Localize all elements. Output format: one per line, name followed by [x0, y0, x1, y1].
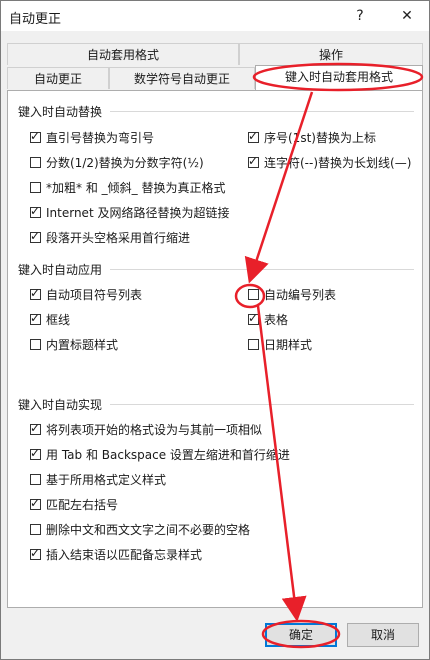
checkbox-box [30, 339, 41, 350]
title-bar: 自动更正 ? ✕ [1, 1, 429, 31]
checkbox-label: 将列表项开始的格式设为与其前一项相似 [46, 423, 263, 437]
tab-actions[interactable]: 操作 [239, 43, 423, 65]
checkbox-box [30, 474, 41, 485]
checkbox-label: 段落开头空格采用首行缩进 [46, 231, 191, 245]
checkbox-label: 插入结束语以匹配备忘录样式 [46, 548, 203, 562]
dialog-client-area: 自动套用格式 操作 自动更正 数学符号自动更正 键入时自动套用格式 键入时自动替… [1, 31, 429, 659]
check-icon: ✓ [30, 496, 41, 510]
checkbox-box: ✓ [248, 129, 259, 143]
check-icon: ✓ [30, 204, 41, 218]
ok-button[interactable]: 确定 [265, 623, 337, 647]
section-title-apply: 键入时自动应用 [18, 263, 103, 277]
checkbox-label: 用 Tab 和 Backspace 设置左缩进和首行缩进 [46, 448, 290, 462]
tab-autoformat[interactable]: 自动套用格式 [7, 43, 239, 65]
tab-label: 数学符号自动更正 [133, 72, 230, 86]
tab-math-autocorrect[interactable]: 数学符号自动更正 [109, 67, 255, 89]
check-icon: ✓ [248, 129, 259, 143]
checkbox-label: *加粗* 和 _倾斜_ 替换为真正格式 [46, 181, 226, 195]
tab-autoformat-as-you-type[interactable]: 键入时自动套用格式 [255, 65, 423, 90]
checkbox-box: ✓ [30, 546, 41, 560]
checkbox-label: Internet 及网络路径替换为超链接 [46, 206, 230, 220]
check-icon: ✓ [248, 154, 259, 168]
check-icon: ✓ [30, 546, 41, 560]
checkbox-box [30, 524, 41, 535]
checkbox-label: 删除中文和西文文字之间不必要的空格 [46, 523, 251, 537]
checkbox-box: ✓ [30, 421, 41, 435]
check-icon: ✓ [248, 311, 259, 325]
section-title-realize: 键入时自动实现 [18, 398, 103, 412]
checkbox-label: 自动项目符号列表 [46, 288, 143, 302]
tab-label: 操作 [318, 48, 343, 62]
checkbox-box: ✓ [30, 129, 41, 143]
checkbox-box: ✓ [30, 311, 41, 325]
window-title: 自动更正 [9, 12, 62, 27]
section-title-replace: 键入时自动替换 [18, 105, 103, 119]
checkbox-box: ✓ [30, 204, 41, 218]
checkbox-label: 分数(1/2)替换为分数字符(½) [46, 156, 204, 170]
tab-label: 键入时自动套用格式 [284, 70, 393, 84]
tab-panel: 键入时自动替换 ✓ 直引号替换为弯引号 ✓ 序号(1st)替换为上标 分数(1/… [7, 90, 423, 608]
tab-label: 自动套用格式 [86, 48, 159, 62]
checkbox-box [30, 182, 41, 193]
divider [110, 269, 414, 270]
close-button[interactable]: ✕ [394, 5, 420, 27]
checkbox-label: 表格 [264, 313, 289, 327]
checkbox-box [248, 339, 259, 350]
checkbox-label: 连字符(--)替换为长划线(—) [264, 156, 412, 170]
autocorrect-dialog: 自动更正 ? ✕ 自动套用格式 操作 自动更正 数学符号自动更正 键入时自动套用… [0, 0, 430, 660]
checkbox-box [248, 289, 259, 300]
tab-label: 自动更正 [33, 72, 82, 86]
check-icon: ✓ [30, 129, 41, 143]
check-icon: ✓ [30, 446, 41, 460]
check-icon: ✓ [30, 311, 41, 325]
checkbox-box [30, 157, 41, 168]
check-icon: ✓ [30, 421, 41, 435]
checkbox-box: ✓ [30, 286, 41, 300]
checkbox-box: ✓ [30, 496, 41, 510]
cancel-button[interactable]: 取消 [347, 623, 419, 647]
checkbox-box: ✓ [248, 311, 259, 325]
checkbox-label: 基于所用格式定义样式 [46, 473, 167, 487]
checkbox-label: 内置标题样式 [46, 338, 119, 352]
divider [110, 111, 414, 112]
checkbox-box: ✓ [30, 446, 41, 460]
checkbox-label: 日期样式 [264, 338, 313, 352]
checkbox-box: ✓ [248, 154, 259, 168]
checkbox-label: 匹配左右括号 [46, 498, 119, 512]
divider [110, 404, 414, 405]
checkbox-label: 直引号替换为弯引号 [46, 131, 155, 145]
checkbox-label: 序号(1st)替换为上标 [264, 131, 376, 145]
check-icon: ✓ [30, 229, 41, 243]
check-icon: ✓ [30, 286, 41, 300]
checkbox-box: ✓ [30, 229, 41, 243]
help-button[interactable]: ? [347, 5, 373, 27]
tab-autocorrect[interactable]: 自动更正 [7, 67, 109, 89]
checkbox-label: 框线 [46, 313, 71, 327]
checkbox-label: 自动编号列表 [264, 288, 337, 302]
